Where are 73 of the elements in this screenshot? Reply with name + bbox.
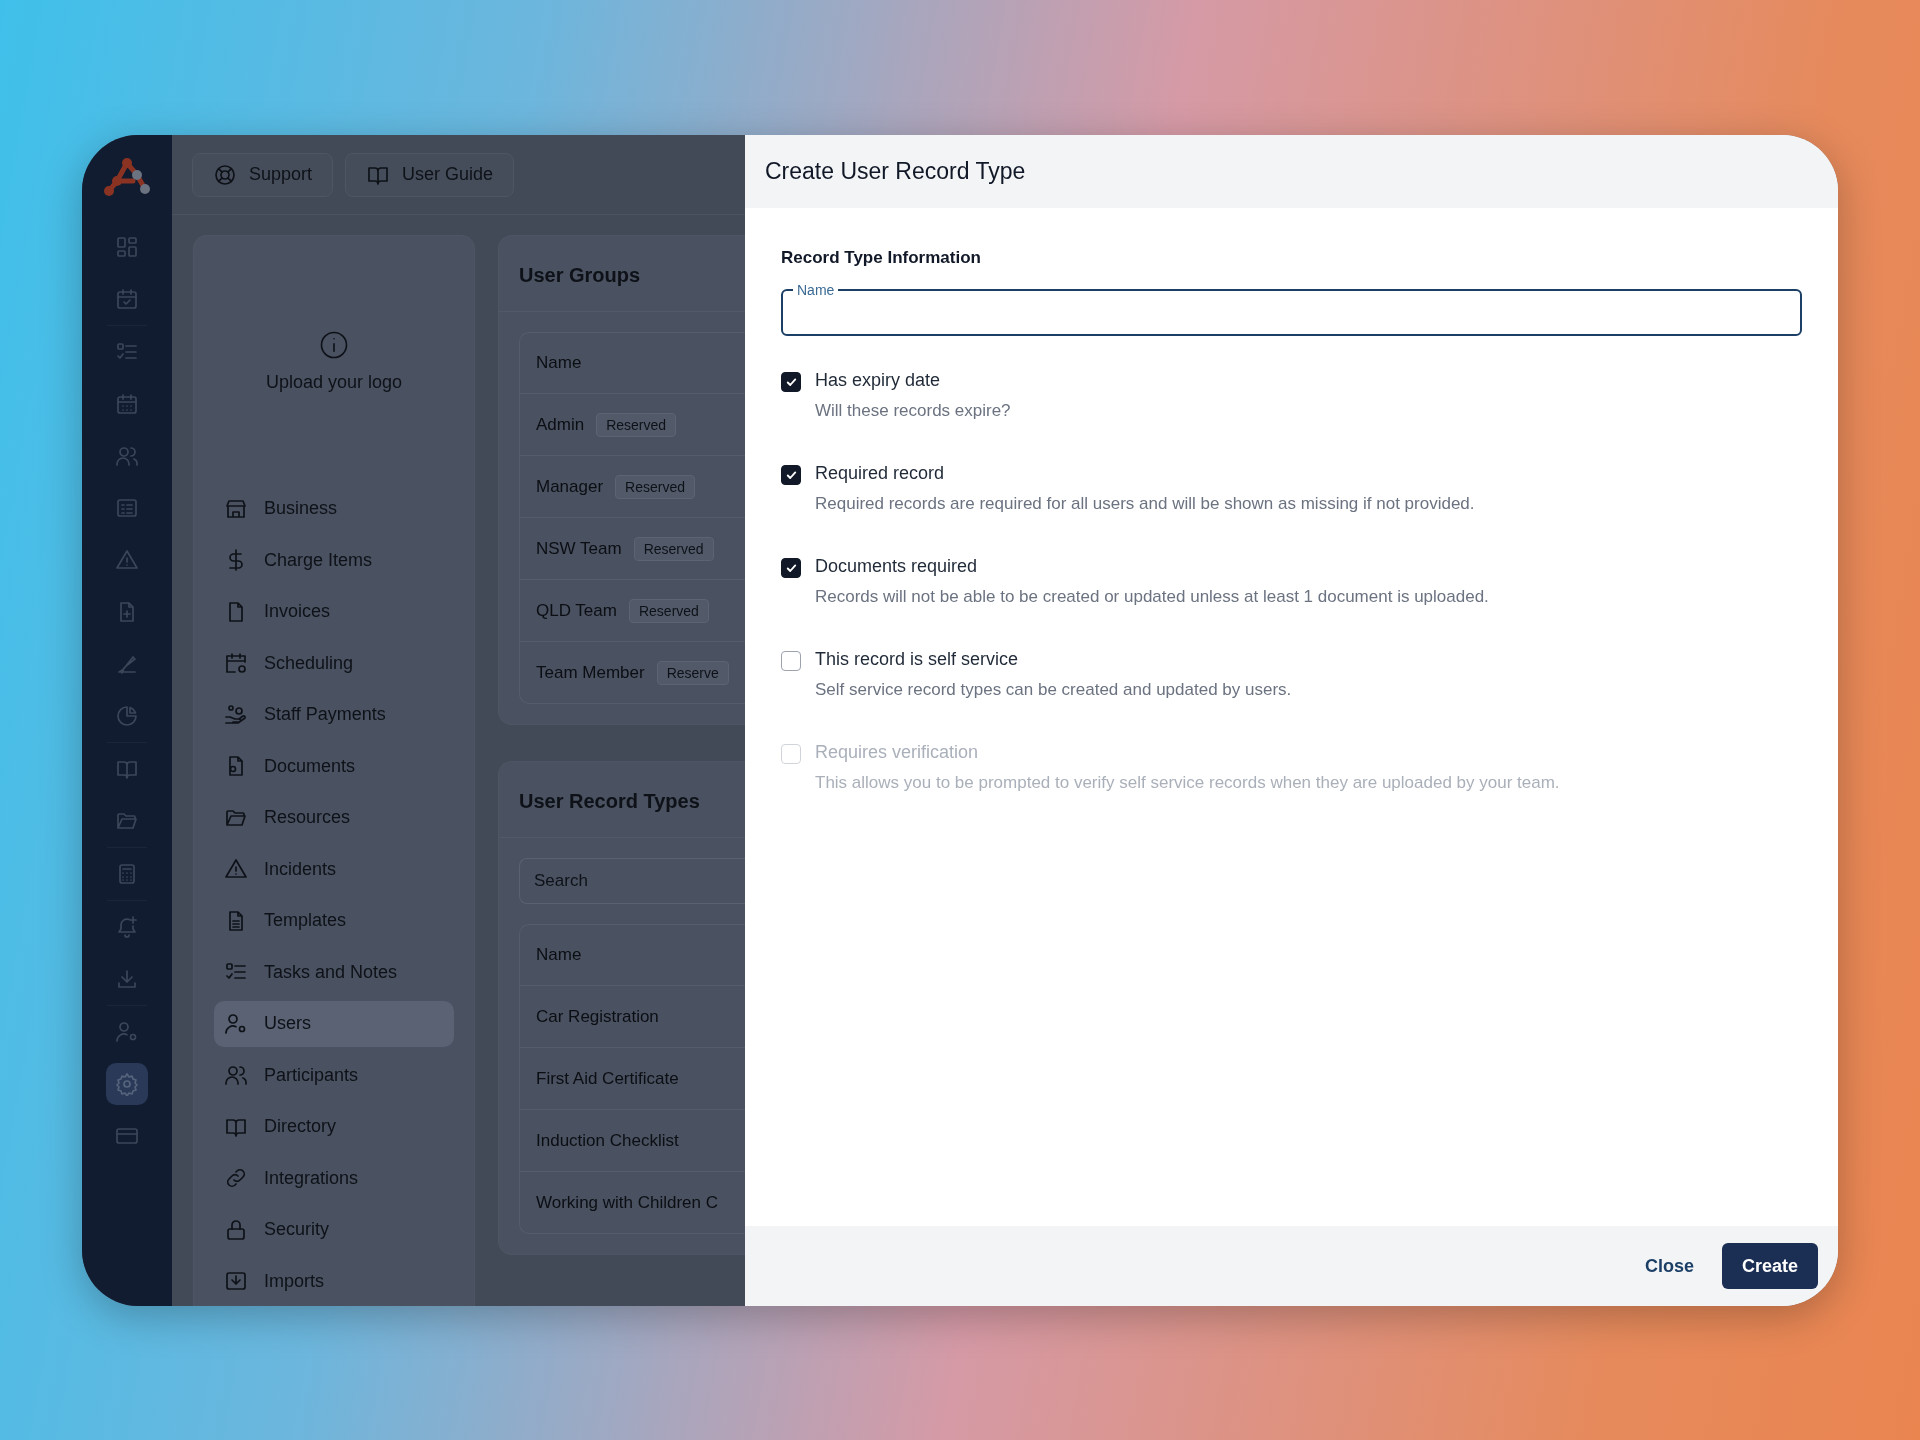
reserved-badge: Reserved	[628, 598, 709, 623]
table-cell: NSW Team	[536, 538, 622, 559]
settings-icon	[115, 1072, 139, 1096]
option-label: This record is self service	[815, 649, 1020, 670]
option-label: Has expiry date	[815, 370, 942, 391]
rail-button[interactable]	[106, 1063, 148, 1105]
menu-item[interactable]: Charge Items	[214, 537, 454, 583]
option-description: This allows you to be prompted to verify self service records when they are uploaded by your team.	[815, 773, 1560, 793]
option-label: Documents required	[815, 556, 979, 577]
support-icon	[213, 162, 237, 187]
menu-item[interactable]: Scheduling	[214, 640, 454, 686]
user-gear-icon	[115, 1020, 139, 1044]
option-description: Will these records expire?	[815, 401, 1011, 421]
table-cell: Car Registration	[536, 1006, 659, 1027]
calendar-icon	[115, 392, 139, 416]
table-cell: Induction Checklist	[536, 1130, 679, 1151]
user-gear-icon	[224, 1011, 248, 1036]
upload-logo-text[interactable]: Upload your logo	[265, 371, 403, 393]
bell-icon	[115, 915, 139, 939]
table-cell: Team Member	[536, 662, 645, 683]
option-description: Required records are required for all users and will be shown as missing if not provided.	[815, 494, 1475, 514]
menu-item[interactable]: Tasks and Notes	[214, 949, 454, 995]
search-field[interactable]: Search	[519, 858, 745, 904]
hand-coins-icon	[224, 702, 248, 727]
info-icon	[319, 329, 349, 360]
table-cell: Manager	[536, 476, 604, 497]
table-cell: QLD Team	[536, 600, 617, 621]
menu-item[interactable]: Directory	[214, 1104, 454, 1150]
menu-item[interactable]: Users	[214, 1001, 454, 1047]
pie-chart-icon	[115, 704, 139, 728]
name-field[interactable]: Name	[781, 282, 1802, 336]
menu-item[interactable]: Business	[214, 486, 454, 532]
people-icon	[115, 444, 139, 468]
menu-item[interactable]: Participants	[214, 1052, 454, 1098]
calendar-check-icon	[115, 287, 139, 311]
option-label: Requires verification	[815, 742, 980, 763]
menu-item[interactable]: Staff Payments	[214, 692, 454, 738]
checkbox[interactable]	[781, 558, 801, 578]
dialog-title: Create User Record Type	[765, 158, 1026, 185]
menu-item[interactable]: Documents	[214, 743, 454, 789]
calendar-gear-icon	[224, 651, 248, 676]
reserved-badge: Reserved	[615, 474, 696, 499]
table-cell: First Aid Certificate	[536, 1068, 679, 1089]
reserved-badge: Reserved	[633, 536, 714, 561]
close-button[interactable]: Close	[1644, 1255, 1694, 1277]
list-icon	[115, 496, 139, 520]
people-icon	[224, 1063, 248, 1088]
table-cell: Admin	[536, 414, 585, 435]
menu-item[interactable]: Security	[214, 1207, 454, 1253]
create-button[interactable]: Create	[1721, 1243, 1818, 1289]
reserved-badge: Reserve	[656, 660, 729, 685]
option-description: Self service record types can be created and updated by users.	[815, 680, 1292, 700]
table-cell: Working with Children C	[536, 1192, 719, 1213]
support-button[interactable]: Support	[192, 152, 334, 197]
lock-icon	[224, 1217, 248, 1242]
logo-icon	[103, 155, 151, 199]
menu-item[interactable]: Resources	[214, 795, 454, 841]
menu-item[interactable]: Integrations	[214, 1155, 454, 1201]
menu-item[interactable]: Incidents	[214, 846, 454, 892]
guide-button[interactable]: User Guide	[345, 152, 515, 197]
reserved-badge: Reserved	[596, 412, 677, 437]
checkbox[interactable]	[781, 651, 801, 671]
option-label: Required record	[815, 463, 946, 484]
option-description: Records will not be able to be created or updated unless at least 1 document is uploaded.	[815, 587, 1489, 607]
download-icon	[115, 967, 139, 991]
section-heading: Record Type Information	[781, 248, 982, 268]
menu-item[interactable]: Invoices	[214, 589, 454, 635]
grid-icon	[115, 235, 139, 259]
checkbox[interactable]	[781, 465, 801, 485]
warning-icon	[115, 548, 139, 572]
menu-item[interactable]: Imports	[214, 1258, 454, 1304]
checkbox[interactable]	[781, 372, 801, 392]
menu-item[interactable]: Templates	[214, 898, 454, 944]
